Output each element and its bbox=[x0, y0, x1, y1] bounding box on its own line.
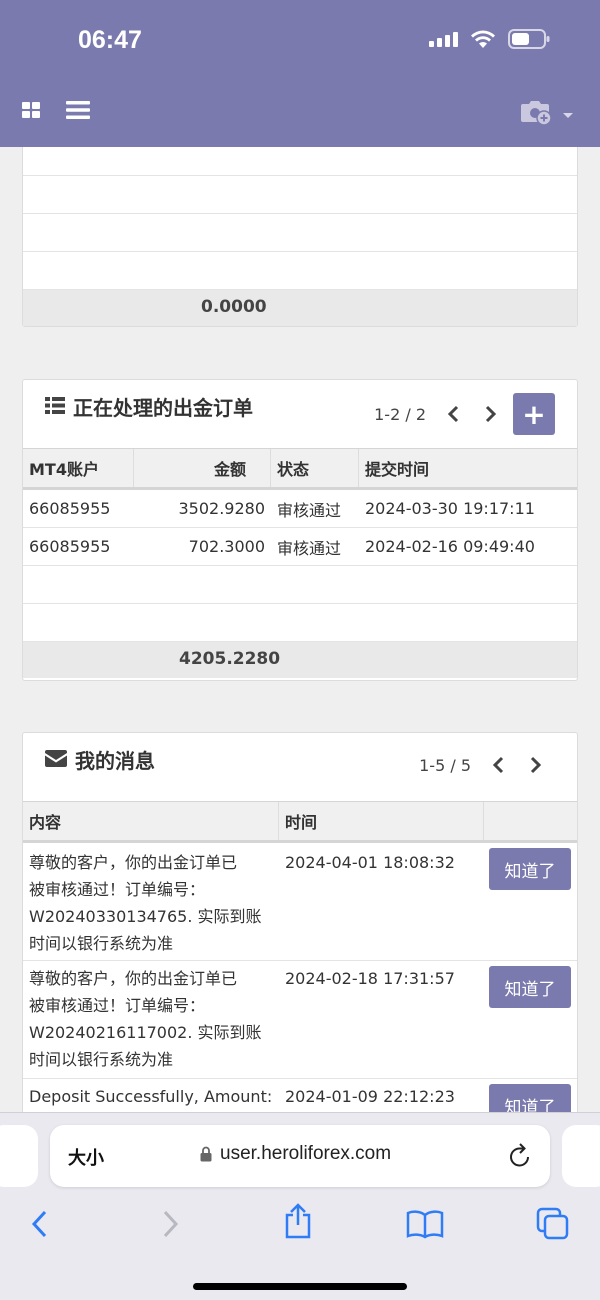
table-row: 66085955 3502.9280 审核通过 2024-03-30 19:17… bbox=[23, 490, 577, 528]
col-header-time: 时间 bbox=[279, 802, 484, 840]
bookmarks-icon[interactable] bbox=[406, 1209, 444, 1243]
home-indicator bbox=[193, 1283, 407, 1290]
col-header-content: 内容 bbox=[23, 802, 279, 840]
app-header: 06:47 bbox=[0, 0, 600, 147]
browser-toolbar: 大小 user.heroliforex.com bbox=[0, 1112, 600, 1300]
cell-time: 2024-02-16 09:49:40 bbox=[365, 537, 535, 556]
table-footer: 0.0000 bbox=[23, 290, 577, 326]
status-icons bbox=[429, 28, 550, 50]
acknowledge-button[interactable]: 知道了 bbox=[489, 966, 571, 1008]
list-item: Deposit Successfully, Amount: 2024-01-09… bbox=[23, 1079, 577, 1112]
forward-icon[interactable] bbox=[160, 1209, 180, 1243]
camera-add-icon[interactable] bbox=[520, 98, 552, 130]
table-footer: 4205.2280 bbox=[23, 642, 577, 678]
list-item: 尊敬的客户，你的出金订单已 被审核通过！订单编号： W2024033013476… bbox=[23, 843, 577, 961]
panel-title: 我的消息 bbox=[75, 749, 155, 773]
col-header-time: 提交时间 bbox=[365, 460, 430, 479]
chevron-left-icon bbox=[492, 756, 504, 774]
lock-icon bbox=[200, 1146, 212, 1166]
message-time: 2024-02-18 17:31:57 bbox=[285, 969, 455, 988]
empty-row bbox=[23, 214, 577, 252]
footer-total: 4205.2280 bbox=[179, 649, 281, 669]
empty-row bbox=[23, 604, 577, 642]
col-header-amount: 金额 bbox=[134, 449, 271, 487]
cellular-signal-icon bbox=[429, 31, 458, 47]
next-page-button[interactable] bbox=[517, 746, 555, 784]
prev-page-button[interactable] bbox=[434, 395, 472, 433]
caret-down-icon[interactable] bbox=[562, 105, 574, 124]
menu-icon[interactable] bbox=[66, 100, 90, 124]
acknowledge-button[interactable]: 知道了 bbox=[489, 1084, 571, 1112]
cell-account: 66085955 bbox=[29, 499, 111, 518]
envelope-icon bbox=[45, 748, 67, 772]
table-header: MT4账户 金额 状态 提交时间 bbox=[23, 448, 577, 490]
panel-header: 我的消息 1-5 / 5 bbox=[23, 733, 577, 801]
cell-amount: 3502.9280 bbox=[178, 499, 265, 518]
tabs-icon[interactable] bbox=[536, 1207, 570, 1245]
message-time: 2024-04-01 18:08:32 bbox=[285, 853, 455, 872]
battery-icon bbox=[508, 28, 550, 50]
empty-row bbox=[23, 566, 577, 604]
message-time: 2024-01-09 22:12:23 bbox=[285, 1087, 455, 1106]
empty-row bbox=[23, 252, 577, 290]
reload-icon[interactable] bbox=[508, 1142, 532, 1172]
cell-time: 2024-03-30 19:17:11 bbox=[365, 499, 535, 518]
message-content: 尊敬的客户，你的出金订单已 被审核通过！订单编号： W2024033013476… bbox=[29, 853, 262, 953]
text-size-button[interactable]: 大小 bbox=[68, 1144, 104, 1170]
cell-status: 审核通过 bbox=[277, 500, 342, 520]
next-page-button[interactable] bbox=[472, 395, 510, 433]
pagination: 1-5 / 5 bbox=[419, 746, 555, 784]
acknowledge-button[interactable]: 知道了 bbox=[489, 848, 571, 890]
message-content: 尊敬的客户，你的出金订单已 被审核通过！订单编号： W2024021611700… bbox=[29, 969, 262, 1069]
prev-page-button[interactable] bbox=[479, 746, 517, 784]
pager-text: 1-5 / 5 bbox=[419, 755, 471, 775]
messages-panel: 我的消息 1-5 / 5 内容 时间 尊敬的客户，你的出金订单已 被审核通过！订… bbox=[22, 732, 578, 1112]
wifi-icon bbox=[470, 29, 496, 49]
share-icon[interactable] bbox=[283, 1203, 313, 1243]
empty-row bbox=[23, 176, 577, 214]
cell-amount: 702.3000 bbox=[188, 537, 265, 556]
cell-account: 66085955 bbox=[29, 537, 111, 556]
panel-header: 正在处理的出金订单 1-2 / 2 + bbox=[23, 380, 577, 448]
cell-status: 审核通过 bbox=[277, 538, 342, 558]
list-icon bbox=[45, 395, 65, 419]
col-header-status: 状态 bbox=[271, 449, 359, 487]
footer-total: 0.0000 bbox=[201, 297, 267, 317]
table-row: 66085955 702.3000 审核通过 2024-02-16 09:49:… bbox=[23, 528, 577, 566]
page-content[interactable]: 0.0000 正在处理的出金订单 1-2 / 2 + MT4账户 金额 状态 提… bbox=[0, 147, 600, 1112]
col-header-account: MT4账户 bbox=[23, 449, 134, 487]
chevron-left-icon bbox=[447, 405, 459, 423]
previous-tab-peek[interactable] bbox=[0, 1125, 38, 1187]
url-text: user.heroliforex.com bbox=[220, 1143, 392, 1164]
grid-icon[interactable] bbox=[22, 102, 40, 122]
list-item: 尊敬的客户，你的出金订单已 被审核通过！订单编号： W2024021611700… bbox=[23, 961, 577, 1079]
empty-row bbox=[23, 147, 577, 176]
summary-panel: 0.0000 bbox=[22, 147, 578, 327]
panel-title: 正在处理的出金订单 bbox=[73, 396, 253, 420]
status-time: 06:47 bbox=[78, 26, 142, 54]
back-icon[interactable] bbox=[30, 1209, 50, 1243]
message-content: Deposit Successfully, Amount: bbox=[29, 1087, 273, 1106]
col-header-action bbox=[484, 802, 577, 840]
next-tab-peek[interactable] bbox=[562, 1125, 600, 1187]
withdraw-orders-panel: 正在处理的出金订单 1-2 / 2 + MT4账户 金额 状态 提交时间 660… bbox=[22, 379, 578, 681]
pagination: 1-2 / 2 + bbox=[374, 393, 555, 435]
chevron-right-icon bbox=[530, 756, 542, 774]
add-order-button[interactable]: + bbox=[513, 393, 555, 435]
table-header: 内容 时间 bbox=[23, 801, 577, 843]
address-bar[interactable]: 大小 user.heroliforex.com bbox=[50, 1125, 550, 1187]
chevron-right-icon bbox=[485, 405, 497, 423]
pager-text: 1-2 / 2 bbox=[374, 404, 426, 424]
